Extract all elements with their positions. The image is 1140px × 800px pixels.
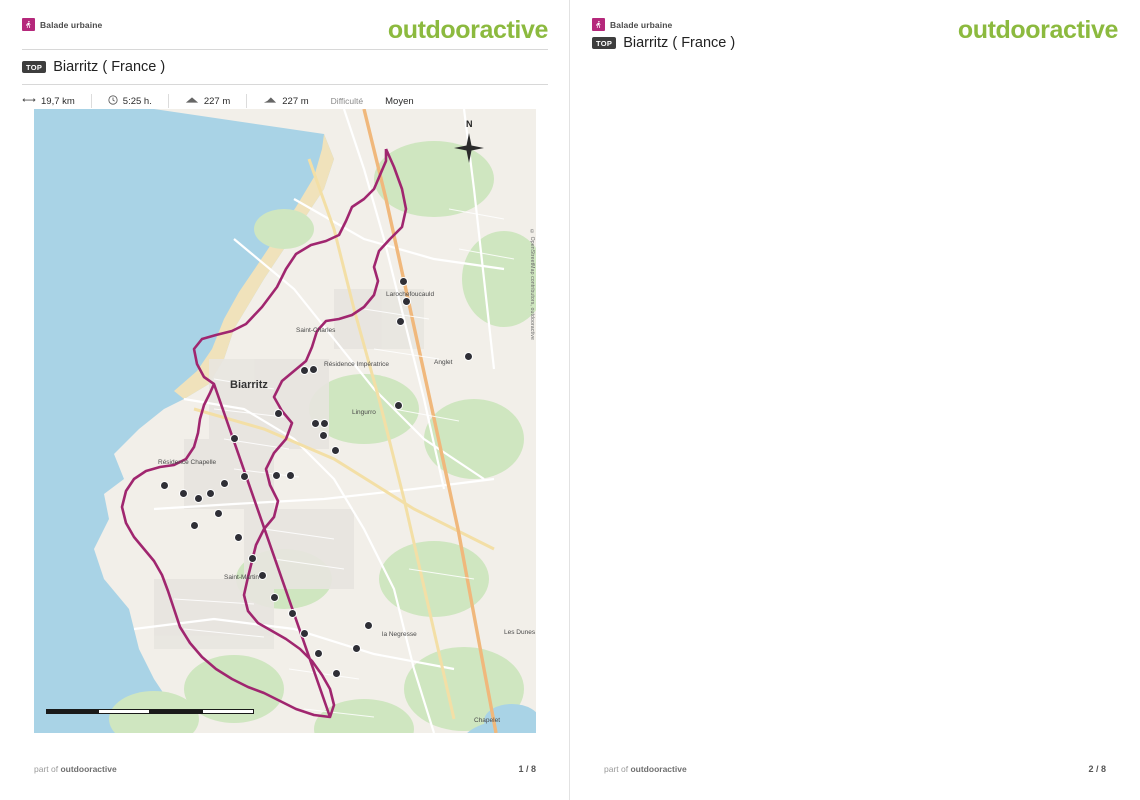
map-place-label: Saint-Charles	[296, 327, 336, 334]
route-marker[interactable]	[331, 446, 340, 455]
route-marker[interactable]	[160, 481, 169, 490]
route-marker[interactable]	[270, 593, 279, 602]
map-place-label: Lingurro	[352, 409, 376, 416]
category-label-right: Balade urbaine	[610, 19, 673, 30]
title-text: Biarritz ( France )	[53, 59, 166, 75]
page-title-right: TOP Biarritz ( France )	[592, 35, 735, 51]
category-line: Balade urbaine	[22, 18, 102, 31]
footer-partof-right: part of outdooractive	[604, 764, 687, 774]
route-marker[interactable]	[314, 649, 323, 658]
route-marker[interactable]	[234, 533, 243, 542]
route-marker[interactable]	[206, 489, 215, 498]
page-title: TOP Biarritz ( France )	[22, 59, 548, 75]
walking-person-icon	[22, 18, 35, 31]
clock-icon	[108, 94, 118, 108]
page-number-right: 2 / 8	[1088, 764, 1106, 774]
route-track	[120, 148, 408, 719]
route-marker[interactable]	[464, 352, 473, 361]
stat-descent: 227 m	[263, 94, 318, 108]
stat-distance-value: 19,7 km	[41, 95, 75, 107]
route-marker[interactable]	[230, 434, 239, 443]
route-marker[interactable]	[399, 277, 408, 286]
map-place-label: Saint-Martin	[224, 574, 260, 581]
route-marker[interactable]	[352, 644, 361, 653]
top-badge-right: TOP	[592, 36, 617, 50]
route-marker[interactable]	[402, 297, 411, 306]
stat-ascent: 227 m	[185, 94, 248, 108]
route-marker[interactable]	[309, 365, 318, 374]
ascent-icon	[185, 96, 199, 107]
stat-duration-value: 5:25 h.	[122, 95, 152, 107]
route-marker[interactable]	[311, 419, 320, 428]
footer-brand: outdooractive	[60, 764, 117, 774]
page-right: Balade urbaine TOP Biarritz ( France ) o…	[570, 0, 1140, 800]
map-place-label: la Negresse	[382, 631, 417, 638]
compass-north-label: N	[466, 119, 473, 129]
category-label: Balade urbaine	[40, 19, 103, 30]
title-divider	[22, 84, 548, 85]
route-marker[interactable]	[272, 471, 281, 480]
stat-descent-value: 227 m	[282, 95, 309, 107]
stat-ascent-value: 227 m	[203, 95, 231, 107]
stat-duration: 5:25 h.	[108, 94, 169, 108]
category-line-right: Balade urbaine	[592, 18, 735, 31]
route-marker[interactable]	[274, 409, 283, 418]
page-left: Balade urbaine outdooractive TOP Biarrit…	[0, 0, 570, 800]
route-marker[interactable]	[396, 317, 405, 326]
footer-partof: part of outdooractive	[34, 764, 117, 774]
map-place-label: Biarritz	[230, 379, 268, 391]
stats-bar: 19,7 km 5:25 h. 227 m 227 m Difficulté M…	[22, 94, 548, 108]
route-marker[interactable]	[300, 629, 309, 638]
map-place-label: Les Dunes	[504, 629, 536, 636]
map-attribution: © OpenStreetMap contributors, outdooract…	[529, 229, 535, 340]
map-scale-bar	[46, 701, 254, 719]
map-place-label: Chapelet	[474, 717, 501, 724]
compass-rose: N	[452, 119, 488, 165]
route-marker[interactable]	[332, 669, 341, 678]
map-place-label: Anglet	[434, 359, 453, 366]
route-marker[interactable]	[286, 471, 295, 480]
route-marker[interactable]	[364, 621, 373, 630]
route-marker[interactable]	[214, 509, 223, 518]
left-footer: part of outdooractive 1 / 8	[34, 764, 536, 774]
header-divider	[22, 49, 548, 50]
right-footer: part of outdooractive 2 / 8	[604, 764, 1106, 774]
stat-distance: 19,7 km	[22, 94, 92, 108]
route-marker[interactable]	[320, 419, 329, 428]
title-text-right: Biarritz ( France )	[623, 35, 736, 51]
map-place-label: Résidence Impératrice	[324, 361, 390, 368]
brand-logo: outdooractive	[387, 16, 549, 44]
route-marker[interactable]	[190, 521, 199, 530]
map-place-label: Larochefoucauld	[386, 291, 435, 298]
right-header: Balade urbaine TOP Biarritz ( France ) o…	[570, 0, 1140, 51]
route-map[interactable]: Biarritz Larochefoucauld Saint-Charles R…	[34, 109, 536, 733]
route-marker[interactable]	[288, 609, 297, 618]
top-badge: TOP	[22, 60, 47, 74]
footer-brand-right: outdooractive	[630, 764, 687, 774]
route-marker[interactable]	[194, 494, 203, 503]
route-marker[interactable]	[248, 554, 257, 563]
route-marker[interactable]	[240, 472, 249, 481]
walking-person-icon	[592, 18, 605, 31]
left-header: Balade urbaine outdooractive TOP Biarrit…	[0, 0, 570, 108]
route-marker[interactable]	[394, 401, 403, 410]
brand-logo-right: outdooractive	[957, 16, 1119, 44]
route-marker[interactable]	[300, 366, 309, 375]
distance-icon	[22, 96, 36, 107]
document-spread: Balade urbaine outdooractive TOP Biarrit…	[0, 0, 1140, 800]
route-marker[interactable]	[319, 431, 328, 440]
route-marker[interactable]	[179, 489, 188, 498]
page-number-left: 1 / 8	[518, 764, 536, 774]
stat-difficulty-label: Difficulté	[330, 96, 364, 106]
stat-difficulty-value: Moyen	[385, 95, 414, 107]
route-marker[interactable]	[258, 571, 267, 580]
map-place-label: Résidence Chapelle	[158, 459, 217, 466]
descent-icon	[263, 96, 277, 107]
route-marker[interactable]	[220, 479, 229, 488]
